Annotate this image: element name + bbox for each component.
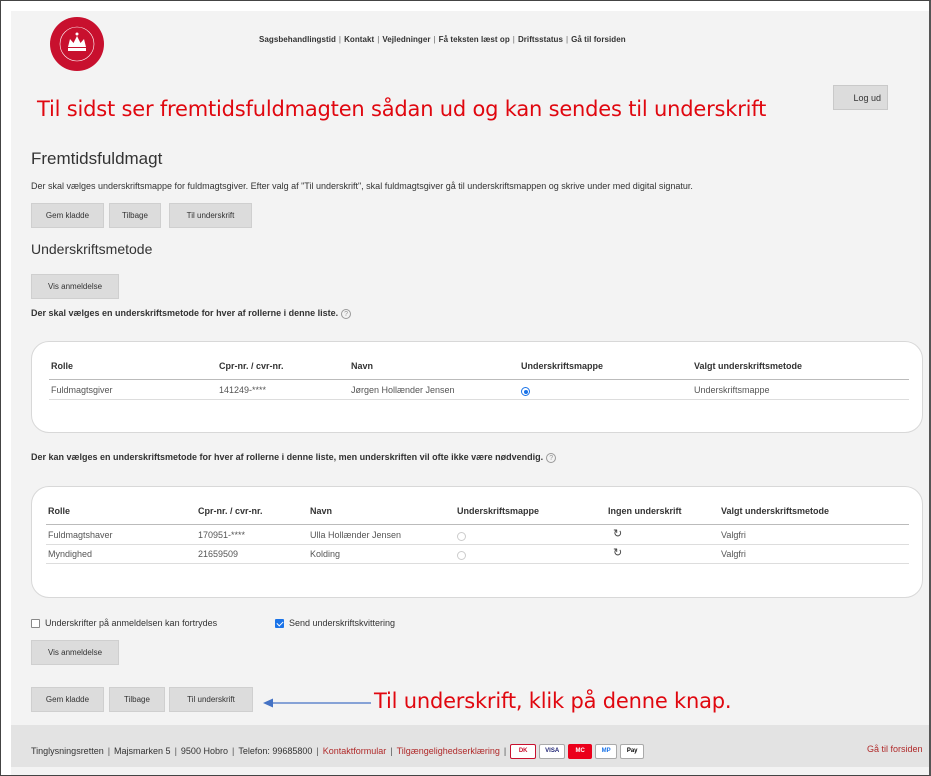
mastercard-logo-icon: MC [568, 744, 593, 759]
dankort-logo-icon: DK [510, 744, 537, 759]
receipt-checkbox[interactable] [275, 619, 284, 628]
col-header-name: Navn [351, 361, 374, 371]
top-nav: Sagsbehandlingstid | Kontakt | Vejledninger |… [259, 35, 626, 44]
mobilepay-logo-icon: MP [595, 744, 618, 759]
section-title: Underskriftsmetode [31, 241, 153, 257]
signature-folder-radio[interactable] [521, 387, 530, 396]
cell-role: Fuldmagtshaver [48, 530, 113, 540]
save-draft-button[interactable]: Gem kladde [31, 687, 104, 712]
nav-read-aloud[interactable]: Få teksten læst op [439, 35, 510, 44]
goto-frontpage-link[interactable]: Gå til forsiden [867, 744, 923, 754]
revocable-checkbox[interactable] [31, 619, 40, 628]
cell-id: 141249-**** [219, 385, 267, 395]
signature-folder-radio[interactable] [457, 551, 466, 560]
required-heading-text: Der skal vælges en underskriftsmetode fo… [31, 308, 339, 318]
footer-info: Tinglysningsretten | Majsmarken 5 | 9500 Hob… [31, 744, 647, 759]
apple-pay-logo-icon: Pay [620, 744, 645, 759]
col-header-role: Rolle [51, 361, 74, 371]
nav-separator: | [566, 35, 569, 44]
receipt-label: Send underskriftskvittering [289, 618, 396, 628]
logout-button[interactable]: Log ud [833, 85, 888, 110]
contact-form-link[interactable]: Kontaktformular [323, 746, 387, 756]
back-button[interactable]: Tilbage [109, 203, 161, 228]
nav-vejledninger[interactable]: Vejledninger [382, 35, 430, 44]
col-header-name: Navn [310, 506, 333, 516]
browser-frame: Sagsbehandlingstid | Kontakt | Vejledninger |… [0, 0, 931, 776]
nav-sagsbehandlingstid[interactable]: Sagsbehandlingstid [259, 35, 336, 44]
nav-separator: | [377, 35, 380, 44]
page-title: Fremtidsfuldmagt [31, 149, 163, 168]
cell-id: 170951-**** [198, 530, 246, 540]
to-signature-button[interactable]: Til underskrift [169, 687, 253, 712]
footer-address: Majsmarken 5 [114, 745, 171, 756]
crown-seal-icon [52, 19, 102, 69]
required-roles-panel [31, 341, 923, 433]
nav-separator: | [512, 35, 515, 44]
col-header-folder: Underskriftsmappe [521, 361, 604, 371]
col-header-method: Valgt underskriftsmetode [721, 506, 830, 516]
footer-separator: | [231, 745, 235, 756]
back-button[interactable]: Tilbage [109, 687, 165, 712]
reset-icon[interactable]: ↻ [613, 527, 622, 540]
cell-name: Ulla Hollænder Jensen [310, 530, 402, 540]
cell-method: Underskriftsmappe [694, 385, 770, 395]
help-icon[interactable]: ? [341, 308, 352, 319]
site-footer: Tinglysningsretten | Majsmarken 5 | 9500 Hob… [11, 725, 929, 767]
reset-icon[interactable]: ↻ [613, 546, 622, 559]
to-signature-button[interactable]: Til underskrift [169, 203, 252, 228]
page-description: Der skal vælges underskriftsmappe for fu… [31, 181, 693, 191]
row-divider [49, 399, 909, 400]
revocable-label: Underskrifter på anmeldelsen kan fortryd… [45, 618, 218, 628]
cell-method: Valgfri [721, 549, 746, 559]
cell-id: 21659509 [198, 549, 239, 559]
col-header-folder: Underskriftsmappe [457, 506, 540, 516]
annotation-top: Til sidst ser fremtidsfuldmagten sådan u… [37, 97, 767, 121]
col-header-no-signature: Ingen underskrift [608, 506, 682, 516]
bottom-strip [11, 767, 929, 775]
cell-name: Kolding [310, 549, 341, 559]
cell-name: Jørgen Hollænder Jensen [351, 385, 455, 395]
col-header-method: Valgt underskriftsmetode [694, 361, 803, 371]
footer-separator: | [503, 745, 507, 756]
header-divider [49, 379, 909, 380]
nav-driftsstatus[interactable]: Driftsstatus [518, 35, 563, 44]
nav-goto-frontpage[interactable]: Gå til forsiden [571, 35, 626, 44]
header-divider [46, 524, 909, 525]
col-header-id: Cpr-nr. / cvr-nr. [219, 361, 284, 371]
required-heading: Der skal vælges en underskriftsmetode fo… [31, 308, 352, 319]
cell-method: Valgfri [721, 530, 746, 540]
arrow-left-icon [263, 698, 371, 708]
show-registration-button[interactable]: Vis anmeldelse [31, 640, 119, 665]
cell-role: Fuldmagtsgiver [51, 385, 113, 395]
footer-city: 9500 Hobro [180, 745, 228, 756]
signature-folder-radio[interactable] [457, 532, 466, 541]
footer-separator: | [174, 745, 177, 756]
accessibility-link[interactable]: Tilgængelighedserklæring [397, 746, 500, 756]
footer-separator: | [316, 745, 319, 756]
col-header-role: Rolle [48, 506, 71, 516]
court-logo[interactable] [50, 17, 104, 71]
footer-name: Tinglysningsretten [31, 745, 104, 756]
nav-separator: | [433, 35, 436, 44]
row-divider [46, 563, 909, 564]
save-draft-button[interactable]: Gem kladde [31, 203, 104, 228]
optional-heading-text: Der kan vælges en underskriftsmetode for… [31, 452, 544, 462]
cell-role: Myndighed [48, 549, 93, 559]
footer-phone: Telefon: 99685800 [238, 745, 313, 756]
optional-roles-panel [31, 486, 923, 598]
visa-logo-icon: VISA [539, 744, 566, 759]
col-header-id: Cpr-nr. / cvr-nr. [198, 506, 263, 516]
nav-kontakt[interactable]: Kontakt [344, 35, 374, 44]
annotation-bottom: Til underskrift, klik på denne knap. [374, 689, 732, 713]
footer-separator: | [107, 745, 111, 756]
help-icon[interactable]: ? [546, 452, 557, 463]
show-registration-button[interactable]: Vis anmeldelse [31, 274, 119, 299]
optional-heading: Der kan vælges en underskriftsmetode for… [31, 452, 557, 463]
row-divider [46, 544, 909, 545]
footer-separator: | [390, 745, 393, 756]
nav-separator: | [338, 35, 342, 44]
